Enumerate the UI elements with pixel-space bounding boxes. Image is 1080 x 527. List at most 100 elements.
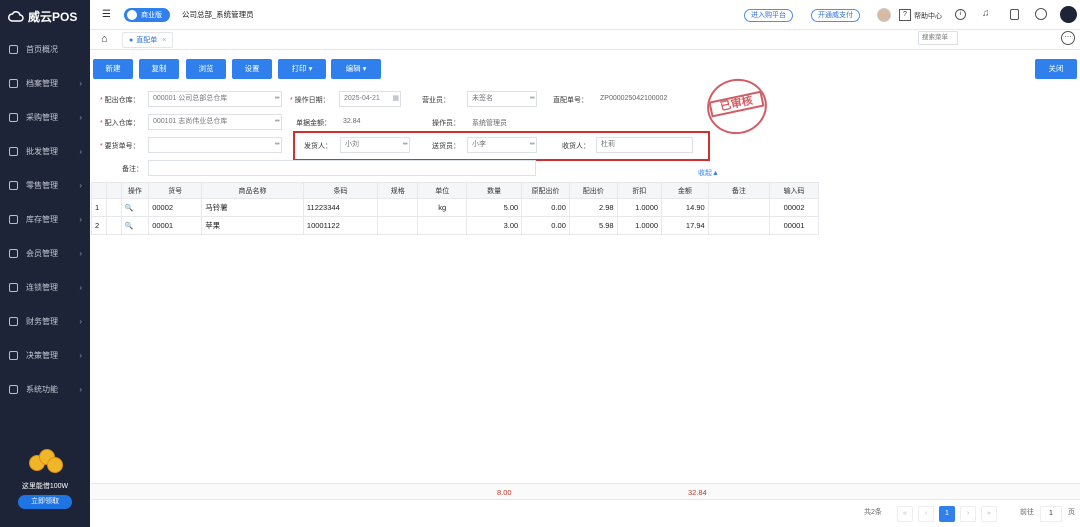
sidebar-item-8[interactable]: 财务管理 ›: [0, 304, 90, 338]
table-cell[interactable]: 🔍: [120, 198, 150, 217]
table-cell[interactable]: 2.98: [568, 198, 618, 217]
table-cell[interactable]: [377, 216, 419, 235]
next-page-icon[interactable]: ›: [960, 506, 976, 522]
table-cell[interactable]: [377, 198, 419, 217]
table-cell[interactable]: kg: [417, 198, 468, 217]
table-cell[interactable]: 0.00: [521, 216, 570, 235]
help-icon[interactable]: ?: [899, 9, 911, 21]
next-last-icon[interactable]: »: [981, 506, 997, 522]
collapse-menu-icon[interactable]: ☰: [102, 9, 111, 20]
table-cell[interactable]: [707, 198, 771, 217]
sidebar-item-3[interactable]: 批发管理 ›: [0, 134, 90, 168]
in-warehouse-field[interactable]: 000101 志尚伟业总仓库 •••: [148, 114, 282, 130]
note-field[interactable]: [148, 160, 536, 176]
sidebar-item-9[interactable]: 决策管理 ›: [0, 338, 90, 372]
home-tab-icon[interactable]: ⌂: [101, 33, 108, 45]
table-cell[interactable]: [105, 198, 122, 217]
column-header[interactable]: 商品名称: [201, 182, 304, 199]
sidebar-item-7[interactable]: 连锁管理 ›: [0, 270, 90, 304]
salesman-field[interactable]: 未签名 •••: [467, 91, 537, 107]
close-icon[interactable]: ×: [162, 37, 166, 44]
column-header[interactable]: 条码: [302, 182, 379, 199]
help-center-link[interactable]: 帮助中心: [914, 11, 942, 21]
table-cell[interactable]: 17.94: [661, 216, 709, 235]
table-cell[interactable]: 00001: [148, 216, 203, 235]
column-header[interactable]: 配出价: [568, 182, 618, 199]
column-header[interactable]: 折扣: [616, 182, 663, 199]
sidebar-item-6[interactable]: 会员管理 ›: [0, 236, 90, 270]
column-header[interactable]: 数量: [466, 182, 523, 199]
edit-button[interactable]: 编辑 ▾: [331, 59, 381, 79]
table-cell[interactable]: 14.90: [661, 198, 709, 217]
op-date-field[interactable]: 2025-04-21 ▦: [339, 91, 401, 107]
more-icon[interactable]: ···: [1061, 31, 1075, 45]
table-row[interactable]: 1 🔍 00002 马铃薯 11223344 kg 5.00 0.00 2.98 1.0000 14…: [91, 198, 819, 217]
table-cell[interactable]: 11223344: [302, 198, 379, 217]
prev-page-icon[interactable]: ‹: [918, 506, 934, 522]
column-header[interactable]: 原配出价: [521, 182, 570, 199]
column-header[interactable]: 货号: [148, 182, 203, 199]
collapse-link[interactable]: 收起▲: [698, 168, 719, 178]
table-cell[interactable]: 00002: [769, 198, 819, 217]
promo-claim-button[interactable]: 立即领取: [18, 495, 72, 509]
bell-icon[interactable]: ♫: [982, 8, 990, 19]
table-cell[interactable]: [417, 216, 468, 235]
sidebar-item-10[interactable]: 系统功能 ›: [0, 372, 90, 406]
sidebar-item-4[interactable]: 零售管理 ›: [0, 168, 90, 202]
lock-icon[interactable]: [1010, 9, 1019, 20]
table-cell[interactable]: 00001: [769, 216, 819, 235]
sidebar-item-2[interactable]: 采购管理 ›: [0, 100, 90, 134]
column-header[interactable]: 规格: [377, 182, 419, 199]
column-header[interactable]: 金额: [661, 182, 709, 199]
column-header[interactable]: 输入码: [769, 182, 819, 199]
table-cell[interactable]: 0.00: [521, 198, 570, 217]
power-icon[interactable]: [1035, 8, 1047, 20]
request-no-field[interactable]: •••: [148, 137, 282, 153]
table-cell[interactable]: 1.0000: [616, 216, 663, 235]
table-cell[interactable]: 00002: [148, 198, 203, 217]
table-cell[interactable]: 🔍: [120, 216, 150, 235]
column-header[interactable]: [91, 182, 107, 199]
column-header[interactable]: 备注: [707, 182, 771, 199]
close-button[interactable]: 关闭: [1035, 59, 1077, 79]
table-cell[interactable]: 5.00: [466, 198, 523, 217]
sidebar-item-5[interactable]: 库存管理 ›: [0, 202, 90, 236]
table-cell[interactable]: 1: [91, 198, 107, 217]
search-icon[interactable]: 🔍: [125, 205, 134, 212]
table-cell[interactable]: 3.00: [466, 216, 523, 235]
sidebar-item-1[interactable]: 档案管理 ›: [0, 66, 90, 100]
out-warehouse-field[interactable]: 000001 公司总部总仓库 •••: [148, 91, 282, 107]
column-header[interactable]: 操作: [120, 182, 150, 199]
table-cell[interactable]: [707, 216, 771, 235]
shipper-field[interactable]: 小刘 •••: [340, 137, 410, 153]
avatar[interactable]: [877, 8, 891, 22]
sidebar-item-0[interactable]: 首页概况: [0, 32, 90, 66]
table-cell[interactable]: 2: [91, 216, 107, 235]
search-menu-input[interactable]: 搜索菜单: [918, 31, 958, 45]
table-cell[interactable]: 10001122: [302, 216, 379, 235]
column-header[interactable]: 单位: [417, 182, 468, 199]
page-current[interactable]: 1: [939, 506, 955, 522]
info-icon[interactable]: i: [955, 9, 966, 20]
user-logo-icon[interactable]: [1060, 6, 1077, 23]
column-header[interactable]: [105, 182, 122, 199]
settings-button[interactable]: 设置: [232, 59, 272, 79]
table-cell[interactable]: [105, 216, 122, 235]
browse-button[interactable]: 浏览: [186, 59, 226, 79]
prev-first-icon[interactable]: «: [897, 506, 913, 522]
table-cell[interactable]: 马铃薯: [201, 198, 304, 217]
tab-direct-order[interactable]: ● 直配单 ×: [122, 32, 174, 48]
table-row[interactable]: 2 🔍 00001 苹果 10001122 3.00 0.00 5.98 1.0000 17.94…: [91, 216, 819, 235]
deliverer-field[interactable]: 小李 •••: [467, 137, 537, 153]
print-button[interactable]: 打印 ▾: [278, 59, 326, 79]
new-button[interactable]: 新建: [93, 59, 133, 79]
open-pay-button[interactable]: 开通威支付: [811, 9, 860, 22]
purchase-platform-button[interactable]: 进入购平台: [744, 9, 793, 22]
goto-input[interactable]: 1: [1040, 506, 1062, 522]
table-cell[interactable]: 苹果: [201, 216, 304, 235]
table-cell[interactable]: 5.98: [568, 216, 618, 235]
table-cell[interactable]: 1.0000: [616, 198, 663, 217]
copy-button[interactable]: 复制: [139, 59, 179, 79]
receiver-field[interactable]: 杜莉: [596, 137, 693, 153]
search-icon[interactable]: 🔍: [125, 223, 134, 230]
